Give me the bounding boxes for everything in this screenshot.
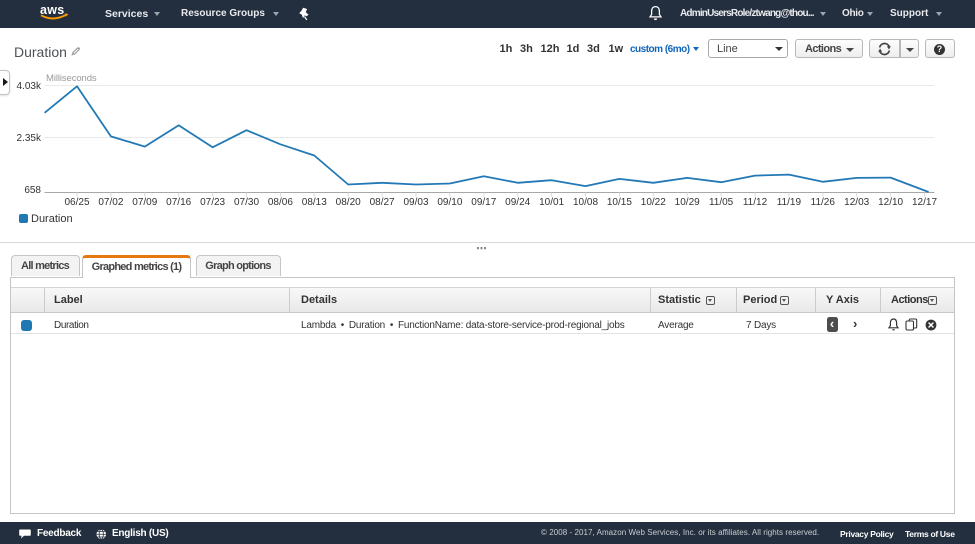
svg-text:aws: aws <box>40 3 65 17</box>
